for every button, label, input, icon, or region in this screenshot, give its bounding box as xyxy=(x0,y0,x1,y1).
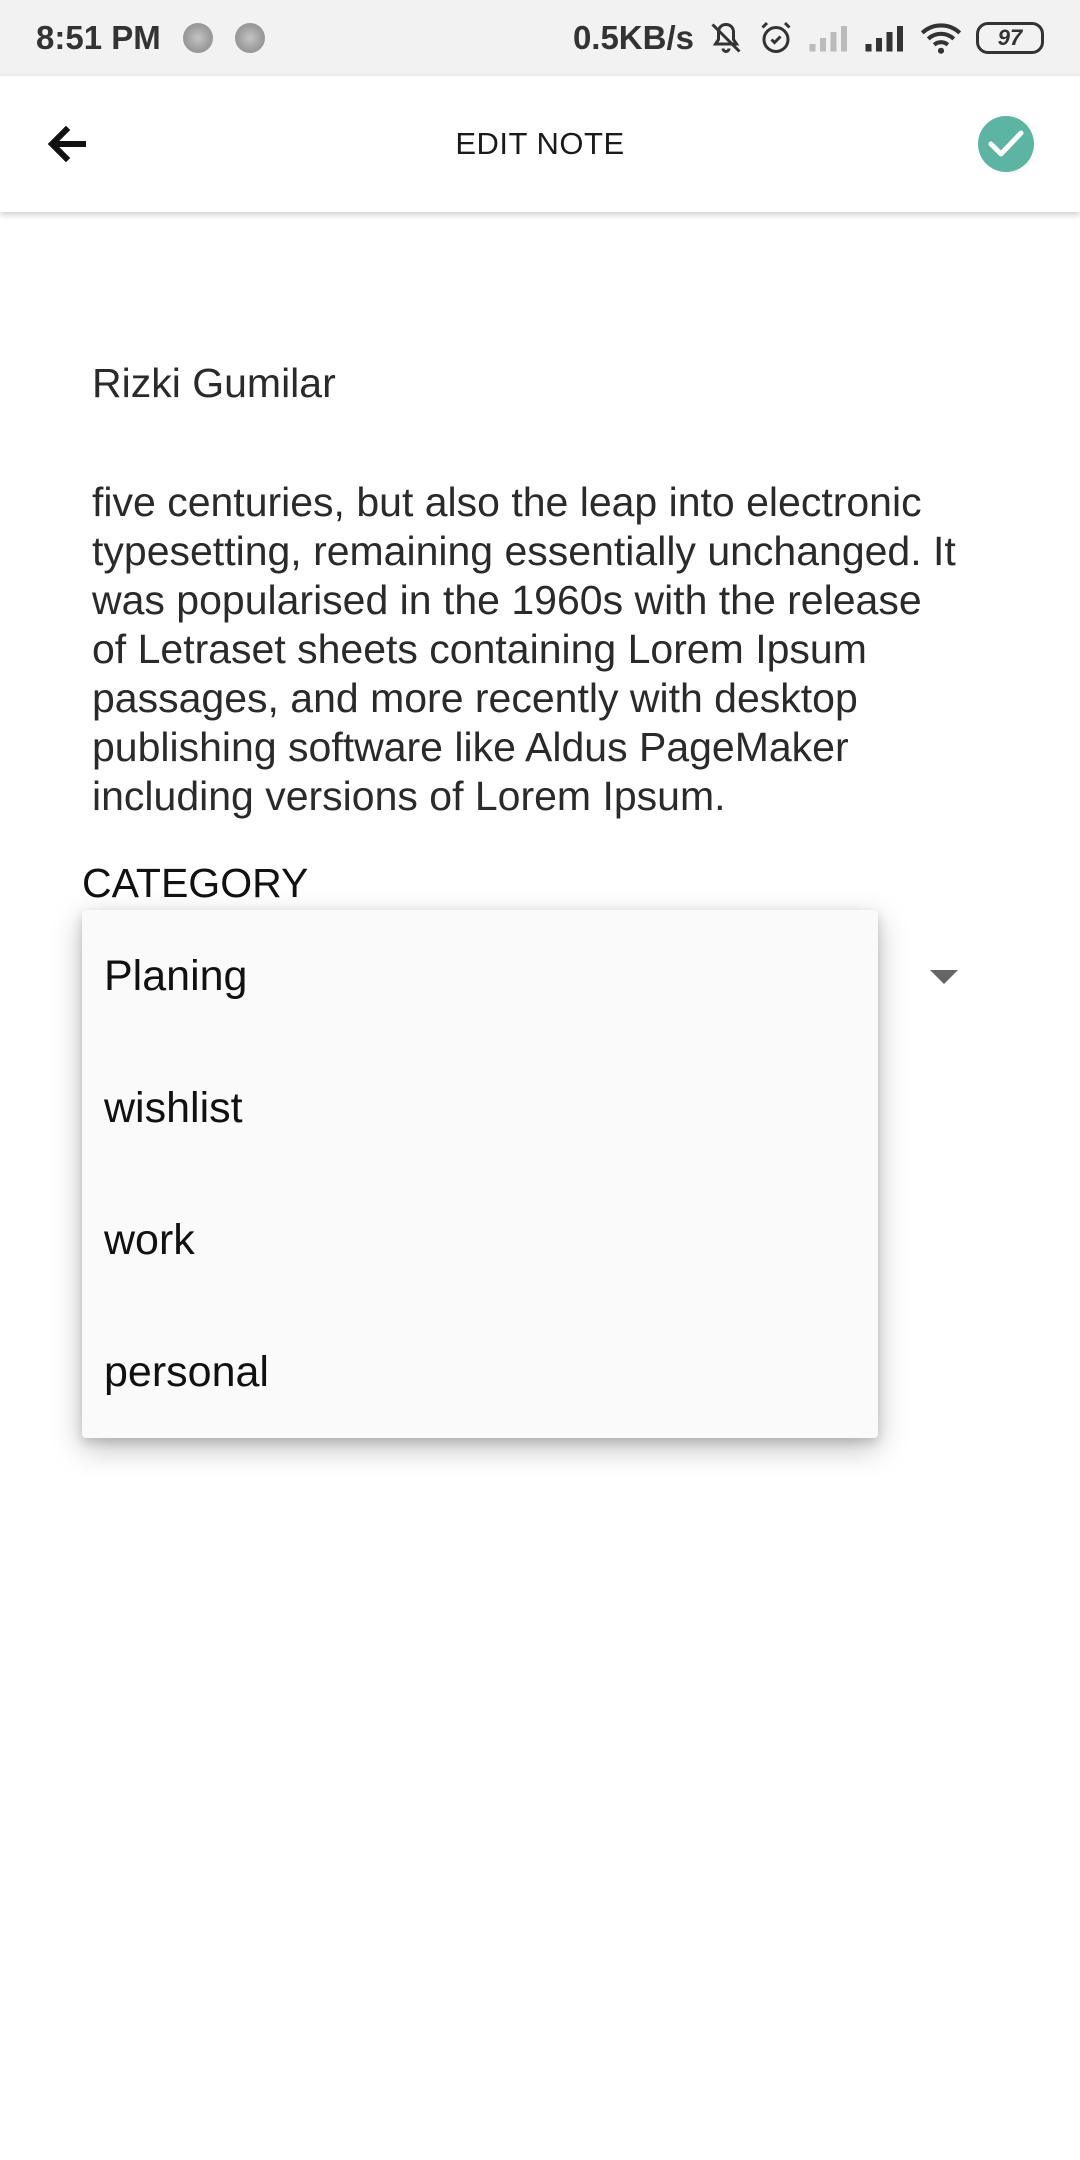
wifi-icon xyxy=(920,21,962,55)
muted-bell-icon xyxy=(708,20,744,56)
signal-icon xyxy=(864,22,906,54)
battery-level: 97 xyxy=(997,25,1023,50)
status-time: 8:51 PM xyxy=(36,19,161,56)
status-right: 0.5KB/s 97 xyxy=(573,19,1044,57)
check-icon xyxy=(988,130,1024,157)
alarm-icon xyxy=(758,20,794,56)
status-bar: 8:51 PM 0.5KB/s 97 xyxy=(0,0,1080,76)
page-title: EDIT NOTE xyxy=(455,126,625,161)
category-option-personal[interactable]: personal xyxy=(82,1306,878,1438)
category-option-planing[interactable]: Planing xyxy=(82,910,878,1042)
notification-icon xyxy=(234,23,265,53)
signal-weak-icon xyxy=(808,22,850,54)
category-label: CATEGORY xyxy=(82,860,309,906)
note-body-field[interactable]: five centuries, but also the leap into e… xyxy=(92,478,992,821)
status-left: 8:51 PM xyxy=(36,19,265,57)
save-button[interactable] xyxy=(978,116,1034,172)
note-title-field[interactable]: Rizki Gumilar xyxy=(92,360,336,407)
app-bar: EDIT NOTE xyxy=(0,76,1080,212)
category-dropdown-menu: Planing wishlist work personal xyxy=(82,910,878,1438)
network-speed: 0.5KB/s xyxy=(572,19,694,56)
category-option-wishlist[interactable]: wishlist xyxy=(82,1042,878,1174)
category-option-work[interactable]: work xyxy=(82,1174,878,1306)
battery-icon: 97 xyxy=(976,22,1044,54)
notification-icon xyxy=(182,23,213,53)
caret-down-icon[interactable] xyxy=(930,970,958,984)
